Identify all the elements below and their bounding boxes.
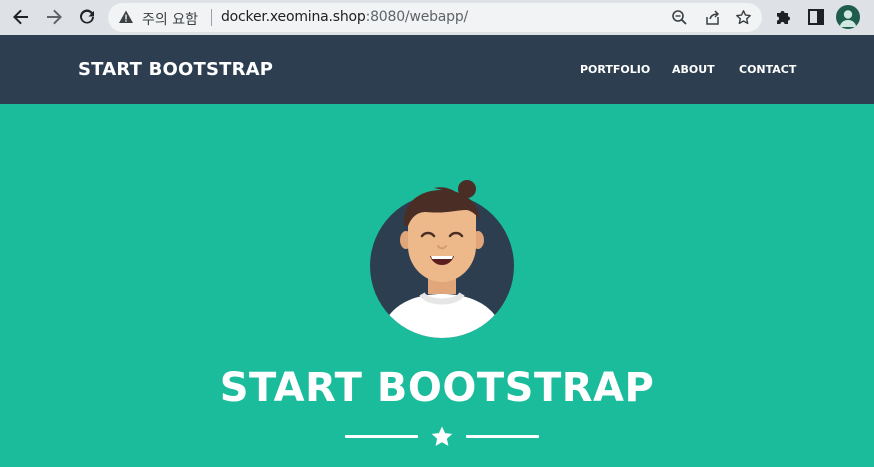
address-bar[interactable]: 주의 요함 docker.xeomina.shop:8080/webapp/ xyxy=(108,3,762,32)
masthead: START BOOTSTRAP xyxy=(0,104,874,467)
url-path: :8080/webapp/ xyxy=(365,9,469,25)
star-icon[interactable] xyxy=(735,9,752,26)
zoom-icon[interactable] xyxy=(671,9,688,26)
nav-link-about[interactable]: ABOUT xyxy=(672,63,715,76)
url-text[interactable]: docker.xeomina.shop:8080/webapp/ xyxy=(221,9,468,25)
profile-icon[interactable] xyxy=(836,5,860,29)
avatar-illustration xyxy=(370,180,514,338)
hero-title: START BOOTSTRAP xyxy=(219,365,655,411)
share-icon[interactable] xyxy=(704,9,721,26)
brand-link[interactable]: START BOOTSTRAP xyxy=(78,59,273,80)
browser-toolbar: 주의 요함 docker.xeomina.shop:8080/webapp/ xyxy=(0,0,874,35)
star-icon xyxy=(431,426,453,446)
forward-arrow-icon[interactable] xyxy=(44,7,64,27)
nav-link-portfolio[interactable]: PORTFOLIO xyxy=(580,63,650,76)
divider-line-left xyxy=(345,435,418,438)
back-arrow-icon[interactable] xyxy=(11,7,31,27)
nav-link-contact[interactable]: CONTACT xyxy=(739,63,796,76)
url-host: docker.xeomina.shop xyxy=(221,9,366,25)
star-divider xyxy=(345,425,539,449)
reload-icon[interactable] xyxy=(77,7,97,27)
security-status-label[interactable]: 주의 요함 xyxy=(142,9,198,29)
site-navbar: START BOOTSTRAP PORTFOLIO ABOUT CONTACT xyxy=(0,35,874,104)
divider-line-right xyxy=(466,435,539,438)
side-panel-icon[interactable] xyxy=(807,8,825,26)
puzzle-icon[interactable] xyxy=(774,8,792,26)
warning-icon[interactable] xyxy=(118,9,134,25)
address-separator xyxy=(211,9,212,26)
